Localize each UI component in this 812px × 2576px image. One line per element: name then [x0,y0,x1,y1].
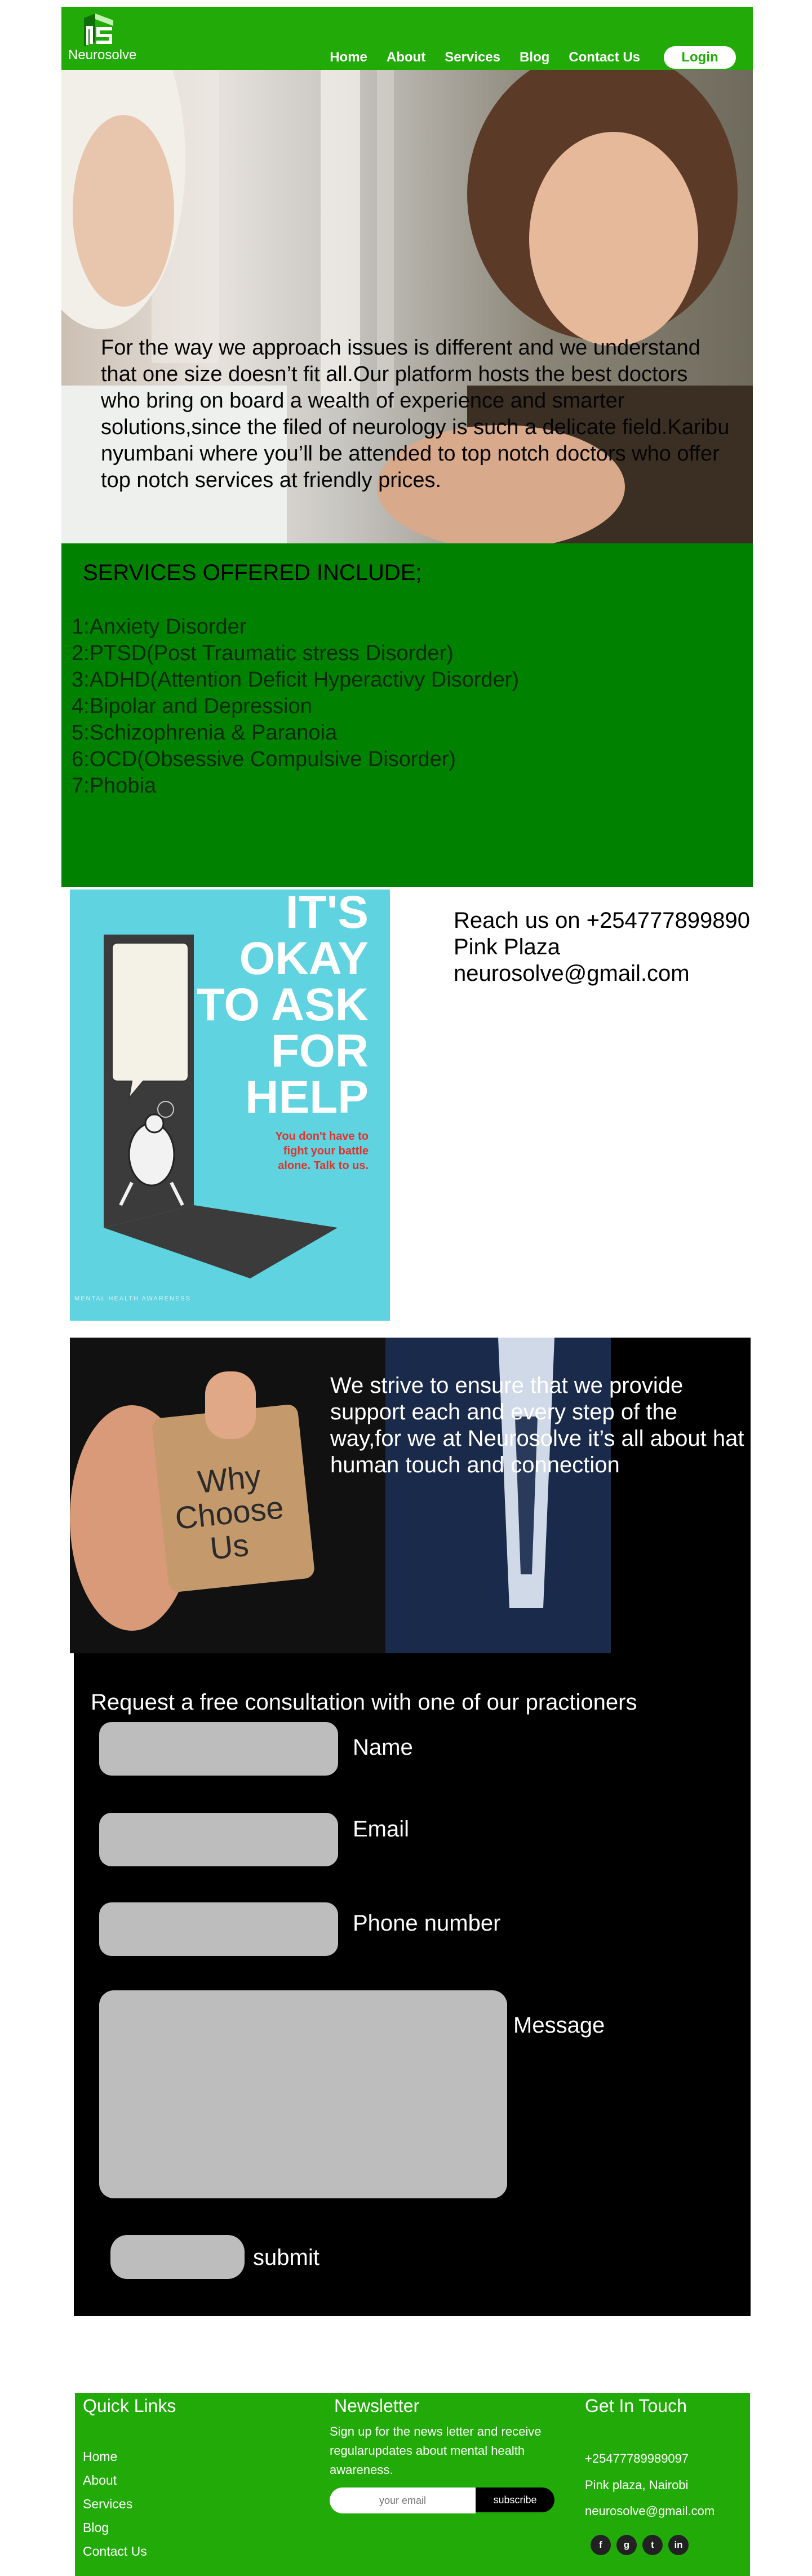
name-label: Name [353,1735,413,1760]
services-title: SERVICES OFFERED INCLUDE; [83,560,422,585]
email-field[interactable] [99,1813,338,1866]
why-block-text: Us [208,1527,251,1566]
nav-blog[interactable]: Blog [520,50,549,65]
quick-links-title: Quick Links [83,2396,176,2416]
newsletter-text: Sign up for the news letter and receive … [330,2424,542,2477]
submit-label: submit [253,2245,320,2270]
service-item: 4:Bipolar and Depression [72,694,312,718]
poster-headline: IT'S OKAY TO ASK FOR HELP [196,889,369,1123]
newsletter-title: Newsletter [334,2396,420,2416]
linkedin-icon[interactable]: in [668,2535,689,2555]
main-nav: Home About Services Blog Contact Us Logi… [330,46,736,69]
social-links: f g t in [591,2535,689,2555]
poster-footer-text: MENTAL HEALTH AWARENESS [74,1295,191,1302]
newsletter-email-input[interactable] [330,2488,476,2513]
footer-email: neurosolve@gmail.com [585,2504,715,2518]
hero-section: For the way we approach issues is differ… [61,70,753,543]
site-footer: Quick Links Home About Services Blog Con… [75,2393,750,2576]
quick-links-list: Home About Services Blog Contact Us [83,2449,147,2568]
service-item: 5:Schizophrenia & Paranoia [72,721,338,745]
contact-location: Pink Plaza [454,935,560,959]
twitter-icon[interactable]: t [642,2535,663,2555]
footer-link-blog[interactable]: Blog [83,2520,147,2535]
login-button[interactable]: Login [664,46,736,69]
service-item: 7:Phobia [72,774,157,798]
nav-contact-us[interactable]: Contact Us [569,50,640,65]
message-field[interactable] [99,1990,507,2198]
why-choose-section: Why Choose Us We strive to ensure that w… [70,1338,751,1653]
email-label: Email [353,1817,410,1842]
google-icon[interactable]: g [616,2535,637,2555]
message-label: Message [513,2013,605,2038]
site-header: Neurosolve Home About Services Blog Cont… [61,7,753,70]
service-item: 6:OCD(Obsessive Compulsive Disorder) [72,747,456,771]
footer-link-home[interactable]: Home [83,2449,147,2464]
neurosolve-logo-icon[interactable] [81,12,126,47]
footer-link-about[interactable]: About [83,2473,147,2488]
brand-name: Neurosolve [68,47,137,63]
contact-info: Reach us on +254777899890 Pink Plaza neu… [454,908,750,987]
hero-text: For the way we approach issues is differ… [101,336,730,492]
service-item: 2:PTSD(Post Traumatic stress Disorder) [72,641,454,665]
phone-label: Phone number [353,1911,501,1936]
get-in-touch-title: Get In Touch [585,2396,687,2416]
service-item: 3:ADHD(Attention Deficit Hyperactivy Dis… [72,668,520,692]
contact-phone: Reach us on +254777899890 [454,908,751,933]
nav-about[interactable]: About [387,50,425,65]
footer-link-services[interactable]: Services [83,2497,147,2512]
form-title: Request a free consultation with one of … [91,1690,637,1715]
consultation-form: Request a free consultation with one of … [74,1653,751,2316]
nav-services[interactable]: Services [445,50,500,65]
contact-email: neurosolve@gmail.com [454,961,690,986]
services-list: 1:Anxiety Disorder 2:PTSD(Post Traumatic… [72,614,519,799]
service-item: 1:Anxiety Disorder [72,615,247,639]
footer-phone: +25477789989097 [585,2451,689,2466]
poster-subtext: You don't have to fight your battle alon… [275,1130,369,1172]
services-section: SERVICES OFFERED INCLUDE; 1:Anxiety Diso… [61,543,753,887]
why-text: We strive to ensure that we provide supp… [330,1373,744,1477]
subscribe-button[interactable]: subscribe [476,2488,554,2512]
phone-field[interactable] [99,1902,338,1956]
footer-link-contact-us[interactable]: Contact Us [83,2544,147,2559]
nav-home[interactable]: Home [330,50,367,65]
facebook-icon[interactable]: f [591,2535,611,2555]
name-field[interactable] [99,1722,338,1776]
newsletter-form: subscribe [330,2488,554,2513]
footer-address: Pink plaza, Nairobi [585,2478,689,2492]
submit-button[interactable] [110,2235,245,2279]
help-poster: IT'S OKAY TO ASK FOR HELP You don't have… [70,889,390,1321]
